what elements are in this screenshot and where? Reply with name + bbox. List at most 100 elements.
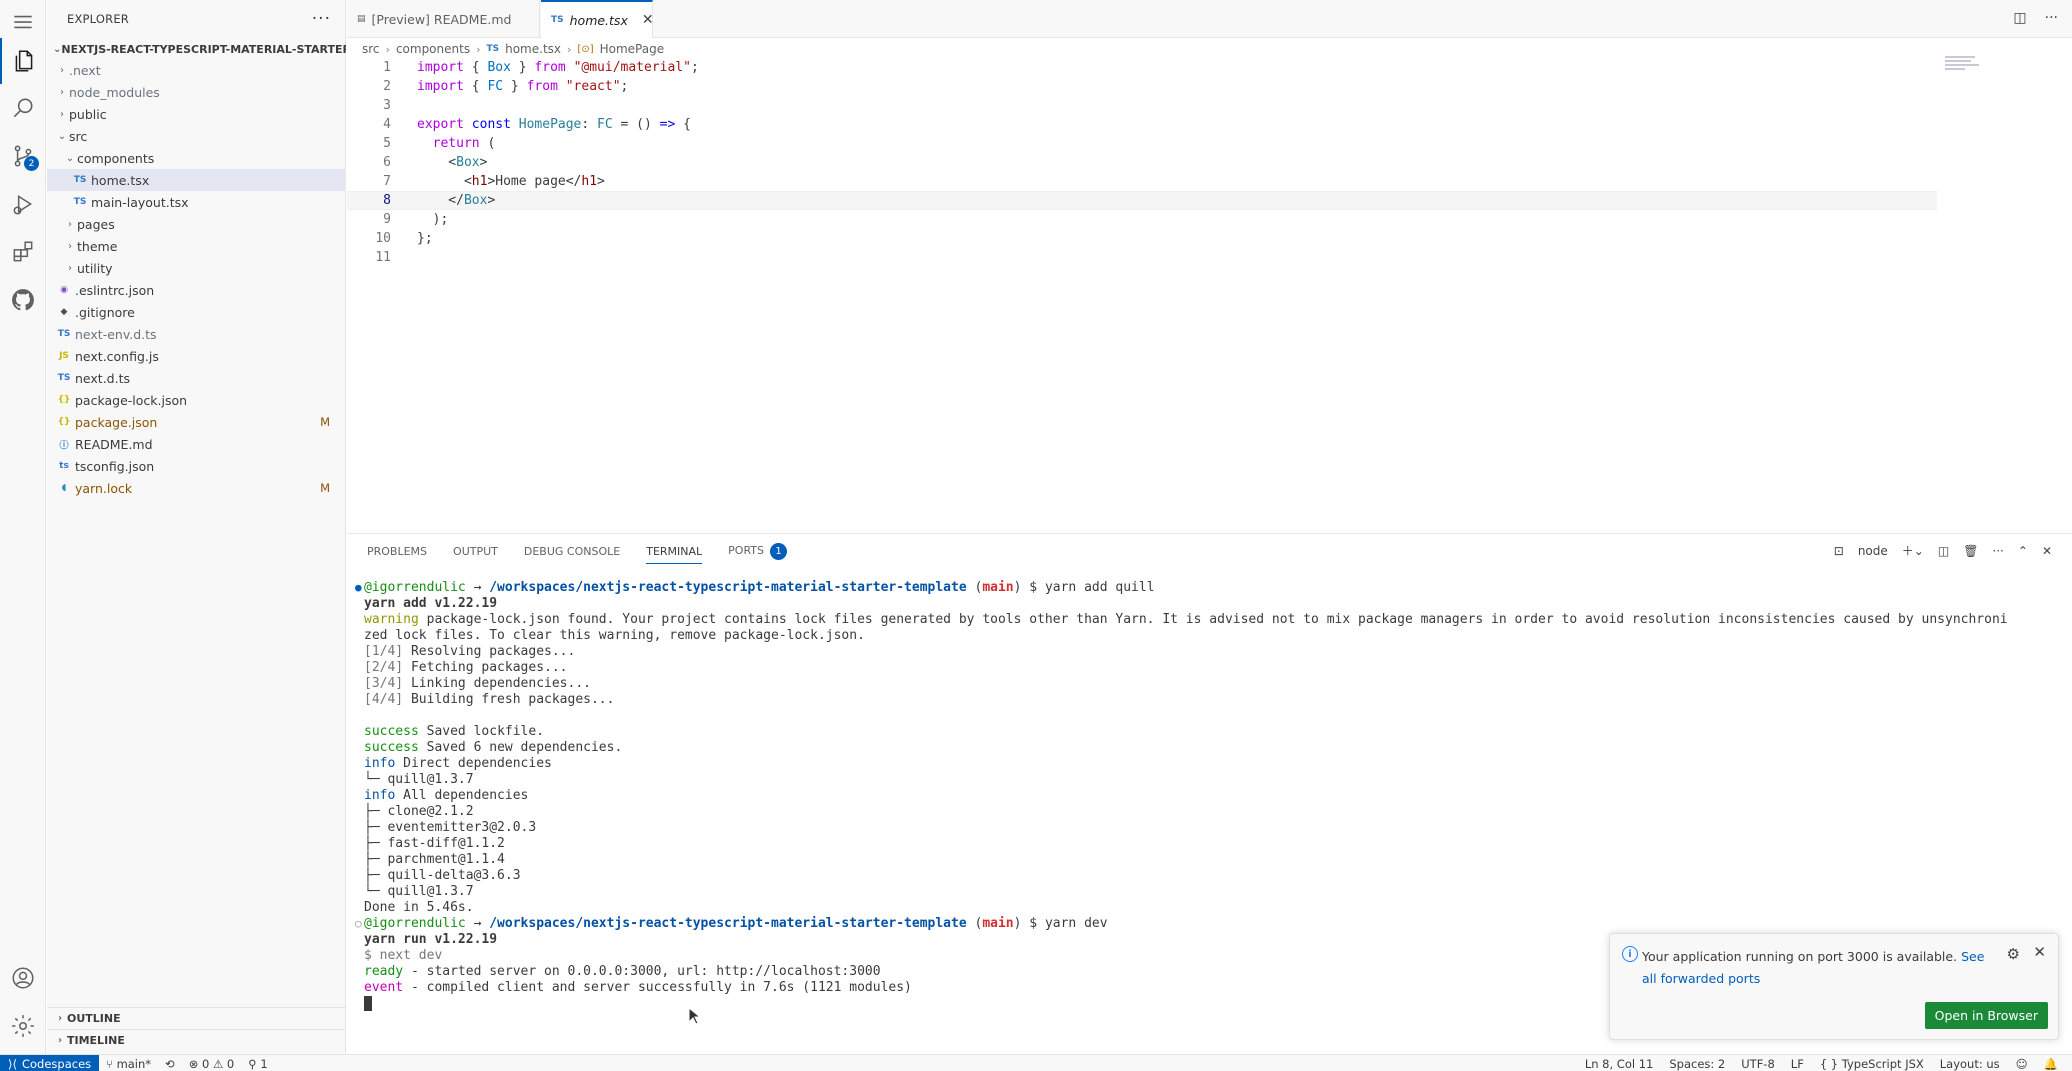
line-number: 8 — [383, 193, 391, 208]
tree-folder[interactable]: › public — [47, 103, 346, 125]
problems-status[interactable]: ⊗ 0 ⚠ 0 — [189, 1057, 235, 1071]
tab-debug-console[interactable]: DEBUG CONSOLE — [524, 545, 620, 558]
tree-folder[interactable]: › .next — [47, 59, 346, 81]
tree-file[interactable]: ◆ .gitignore — [47, 301, 346, 323]
chevron-right-icon: › — [60, 64, 64, 76]
git-file-icon: ◆ — [60, 307, 68, 317]
more-actions-icon[interactable]: ··· — [2045, 10, 2058, 26]
tree-folder[interactable]: › theme — [47, 235, 346, 257]
close-icon[interactable]: ✕ — [2033, 943, 2046, 961]
tab-ports[interactable]: PORTS 1 — [728, 543, 787, 560]
tree-item-label: public — [69, 106, 107, 122]
search-icon[interactable] — [0, 85, 46, 131]
json-file-icon: {} — [57, 417, 71, 427]
feedback-icon[interactable]: ☺ — [2016, 1057, 2028, 1071]
terminal-line: info Direct dependencies — [364, 756, 552, 771]
settings-icon[interactable] — [0, 1003, 46, 1049]
timeline-section[interactable]: › TIMELINE — [47, 1029, 346, 1051]
maximize-panel-icon[interactable]: ⌃ — [2018, 544, 2028, 558]
tree-file[interactable]: ◉ .eslintrc.json — [47, 279, 346, 301]
line-number: 5 — [383, 136, 391, 151]
terminal-name[interactable]: node — [1858, 544, 1888, 558]
breadcrumb-components[interactable]: components — [396, 42, 470, 56]
workspace-root[interactable]: ⌄ NEXTJS-REACT-TYPESCRIPT-MATERIAL-START… — [47, 38, 346, 60]
js-file-icon: JS — [59, 351, 69, 361]
remote-indicator[interactable]: ⟩⟨ Codespaces — [0, 1055, 100, 1071]
line-number: 10 — [375, 231, 391, 246]
tree-folder[interactable]: ⌄ src — [47, 125, 346, 147]
tree-file[interactable]: TS next.d.ts — [47, 367, 346, 389]
tree-folder[interactable]: ⌄ components — [47, 147, 346, 169]
tree-folder[interactable]: › utility — [47, 257, 346, 279]
tab-problems[interactable]: PROBLEMS — [367, 545, 427, 558]
close-icon[interactable]: ✕ — [2042, 544, 2052, 558]
line-number: 7 — [383, 174, 391, 189]
explorer-sidebar: EXPLORER ··· ⌄ NEXTJS-REACT-TYPESCRIPT-M… — [47, 0, 346, 1054]
tab-terminal[interactable]: TERMINAL — [646, 539, 703, 564]
github-icon[interactable] — [0, 277, 46, 323]
explorer-icon[interactable] — [0, 38, 46, 84]
encoding[interactable]: UTF-8 — [1741, 1057, 1775, 1071]
tab-home-tsx[interactable]: TS home.tsx ✕ — [541, 0, 654, 38]
extensions-icon[interactable] — [0, 229, 46, 275]
open-in-browser-button[interactable]: Open in Browser — [1924, 1002, 2048, 1029]
ts-file-icon: TS — [57, 329, 71, 339]
code-line: 4 export const HomePage: FC = () => { — [347, 115, 1937, 134]
code-line: 11 — [347, 248, 1937, 267]
symbol-variable-icon: [⊙] — [577, 43, 594, 55]
editor-tabs: ▤ [Preview] README.md TS home.tsx ✕ ◫ ··… — [347, 0, 2072, 38]
more-actions-icon[interactable]: ··· — [1992, 544, 2003, 558]
minimap[interactable] — [1945, 56, 1981, 80]
tree-file[interactable]: ◖ yarn.lock M — [47, 477, 346, 499]
cursor-position[interactable]: Ln 8, Col 11 — [1585, 1057, 1654, 1071]
tab-readme-preview[interactable]: ▤ [Preview] README.md — [347, 0, 540, 38]
keyboard-layout[interactable]: Layout: us — [1940, 1057, 2000, 1071]
terminal-line: ○ @igorrendulic → /workspaces/nextjs-reac… — [355, 916, 1108, 931]
tree-item-label: next-env.d.ts — [75, 326, 157, 342]
branch-status[interactable]: ⑂ main* — [106, 1057, 151, 1071]
tree-file[interactable]: TS home.tsx — [47, 169, 346, 191]
sync-icon[interactable]: ⟲ — [165, 1057, 175, 1071]
tree-folder[interactable]: › node_modules — [47, 81, 346, 103]
chevron-down-icon: ⌄ — [57, 130, 67, 142]
account-icon[interactable] — [0, 955, 46, 1001]
indentation[interactable]: Spaces: 2 — [1669, 1057, 1725, 1071]
outline-section[interactable]: › OUTLINE — [47, 1007, 346, 1029]
ports-status[interactable]: ⚲ 1 — [248, 1057, 267, 1071]
terminal-line: [3/4] Linking dependencies... — [364, 676, 591, 691]
split-editor-icon[interactable]: ◫ — [2013, 10, 2026, 26]
breadcrumb-src[interactable]: src — [362, 42, 380, 56]
breadcrumb-symbol[interactable]: HomePage — [600, 42, 665, 56]
bell-icon[interactable]: 🔔 — [2044, 1057, 2058, 1071]
tree-folder[interactable]: › pages — [47, 213, 346, 235]
breadcrumb-file[interactable]: home.tsx — [505, 42, 561, 56]
gear-icon[interactable]: ⚙ — [2007, 945, 2020, 963]
tree-file[interactable]: {} package-lock.json — [47, 389, 346, 411]
tree-file[interactable]: JS next.config.js — [47, 345, 346, 367]
close-icon[interactable]: ✕ — [642, 12, 654, 28]
more-actions-icon[interactable]: ··· — [312, 9, 331, 29]
tree-file[interactable]: ts tsconfig.json — [47, 455, 346, 477]
new-terminal-icon[interactable]: ＋⌄ — [1902, 542, 1924, 559]
chevron-right-icon: › — [567, 42, 572, 56]
code-text: }; — [417, 231, 433, 246]
command-running-icon: ○ — [355, 917, 362, 930]
split-terminal-icon[interactable]: ◫ — [1938, 544, 1949, 558]
code-editor[interactable]: 1 import { Box } from "@mui/material"; 2 i… — [347, 58, 2072, 530]
chevron-down-icon: ⌄ — [53, 43, 62, 55]
line-number: 3 — [383, 98, 391, 113]
tree-file[interactable]: ⓘ README.md — [47, 433, 346, 455]
language-mode[interactable]: { } TypeScript JSX — [1820, 1057, 1924, 1071]
tree-file[interactable]: {} package.json M — [47, 411, 346, 433]
tab-output[interactable]: OUTPUT — [453, 545, 498, 558]
line-number: 9 — [383, 212, 391, 227]
code-text: export const HomePage: FC = () => { — [417, 117, 691, 132]
tree-file[interactable]: TS main-layout.tsx — [47, 191, 346, 213]
tree-item-label: next.d.ts — [75, 370, 130, 386]
tree-file[interactable]: TS next-env.d.ts — [47, 323, 346, 345]
run-debug-icon[interactable] — [0, 181, 46, 227]
trash-icon[interactable]: 🗑 — [1963, 544, 1978, 558]
source-control-icon[interactable]: 2 — [0, 133, 46, 179]
end-of-line[interactable]: LF — [1791, 1057, 1804, 1071]
